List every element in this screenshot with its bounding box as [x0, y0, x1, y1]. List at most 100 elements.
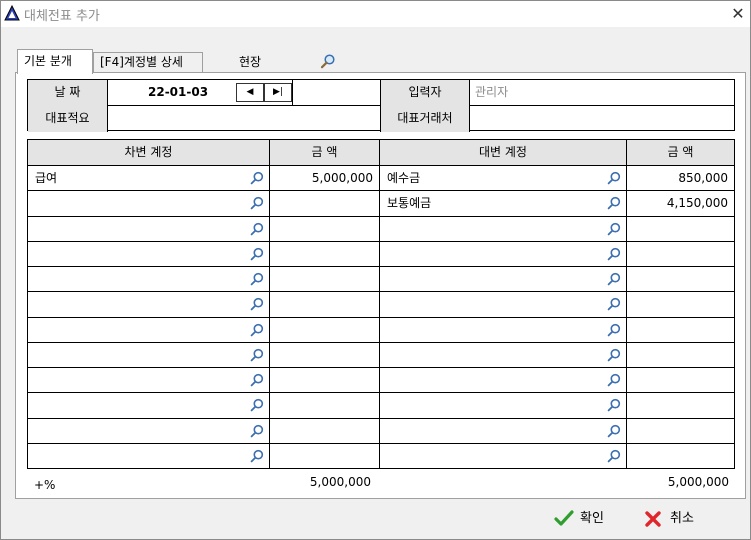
- lookup-icon[interactable]: [250, 373, 264, 387]
- credit-account-cell[interactable]: [380, 242, 626, 267]
- credit-account-cell[interactable]: [380, 368, 626, 393]
- percent-label: +%: [34, 478, 56, 492]
- debit-account-cell[interactable]: [28, 368, 269, 393]
- lookup-icon[interactable]: [250, 348, 264, 362]
- debit-amount-cell[interactable]: [270, 191, 379, 216]
- table-row: [28, 343, 734, 368]
- credit-amount-cell[interactable]: [627, 217, 734, 242]
- debit-account-cell[interactable]: [28, 419, 269, 444]
- credit-amount-cell[interactable]: 850,000: [627, 166, 734, 191]
- credit-account-cell[interactable]: [380, 318, 626, 343]
- lookup-icon[interactable]: [607, 247, 621, 261]
- lookup-icon[interactable]: [250, 171, 264, 185]
- lookup-icon[interactable]: [607, 373, 621, 387]
- credit-amount-cell[interactable]: [627, 267, 734, 292]
- debit-amount-cell[interactable]: 5,000,000: [270, 166, 379, 191]
- debit-account-cell[interactable]: [28, 292, 269, 317]
- table-row: 급여 5,000,000 예수금 850,000: [28, 166, 734, 191]
- credit-account-cell[interactable]: [380, 393, 626, 418]
- lookup-icon[interactable]: [607, 171, 621, 185]
- lookup-icon[interactable]: [607, 323, 621, 337]
- credit-account-cell[interactable]: 보통예금: [380, 191, 626, 216]
- tab-account-detail[interactable]: [F4]계정별 상세: [93, 52, 203, 73]
- close-icon: ✕: [731, 4, 745, 23]
- tab-basic-entry[interactable]: 기본 분개: [17, 49, 93, 74]
- debit-amount-cell[interactable]: [270, 393, 379, 418]
- lookup-icon[interactable]: [250, 297, 264, 311]
- credit-account-cell[interactable]: 예수금: [380, 166, 626, 191]
- lookup-icon[interactable]: [607, 398, 621, 412]
- lookup-icon[interactable]: [250, 424, 264, 438]
- search-icon[interactable]: [320, 53, 336, 69]
- debit-amount-cell[interactable]: [270, 318, 379, 343]
- credit-amount-cell[interactable]: [627, 368, 734, 393]
- lookup-icon[interactable]: [607, 222, 621, 236]
- lookup-icon[interactable]: [607, 196, 621, 210]
- debit-amount-cell[interactable]: [270, 217, 379, 242]
- debit-amount-cell[interactable]: [270, 343, 379, 368]
- credit-account-cell[interactable]: [380, 343, 626, 368]
- lookup-icon[interactable]: [607, 297, 621, 311]
- date-label: 날 짜: [28, 80, 108, 106]
- cancel-button-label: 취소: [670, 511, 694, 526]
- credit-amount-cell[interactable]: [627, 393, 734, 418]
- lookup-icon[interactable]: [250, 323, 264, 337]
- summary-field[interactable]: [108, 106, 380, 132]
- debit-amount-cell[interactable]: [270, 368, 379, 393]
- lookup-icon[interactable]: [250, 196, 264, 210]
- credit-total: 5,000,000: [667, 475, 729, 489]
- credit-amount-cell[interactable]: [627, 318, 734, 343]
- credit-amount-cell[interactable]: [627, 242, 734, 267]
- debit-account-cell[interactable]: [28, 191, 269, 216]
- checkmark-icon: [554, 510, 574, 526]
- debit-amount-cell[interactable]: [270, 242, 379, 267]
- lookup-icon[interactable]: [607, 449, 621, 463]
- tab-basic-entry-label: 기본 분개: [24, 54, 72, 68]
- close-button[interactable]: ✕: [727, 3, 749, 25]
- credit-account-cell[interactable]: [380, 292, 626, 317]
- debit-amount-cell[interactable]: [270, 444, 379, 469]
- lookup-icon[interactable]: [250, 247, 264, 261]
- lookup-icon[interactable]: [250, 272, 264, 286]
- table-row: [28, 393, 734, 418]
- debit-account-cell[interactable]: [28, 343, 269, 368]
- credit-amount-cell[interactable]: [627, 343, 734, 368]
- debit-amount-cell[interactable]: [270, 419, 379, 444]
- lookup-icon[interactable]: [250, 398, 264, 412]
- lookup-icon[interactable]: [607, 272, 621, 286]
- lookup-icon[interactable]: [607, 424, 621, 438]
- lookup-icon[interactable]: [607, 348, 621, 362]
- prev-date-button[interactable]: ◀: [236, 83, 264, 102]
- lookup-icon[interactable]: [250, 449, 264, 463]
- last-date-button[interactable]: ▶|: [264, 83, 292, 102]
- debit-amount-cell[interactable]: [270, 292, 379, 317]
- partner-field[interactable]: [470, 106, 734, 132]
- credit-account-cell[interactable]: [380, 444, 626, 469]
- credit-account-cell[interactable]: [380, 217, 626, 242]
- date-value: 22-01-03: [148, 85, 209, 99]
- debit-account-cell[interactable]: [28, 217, 269, 242]
- credit-amount-cell-text: 4,150,000: [666, 196, 728, 211]
- debit-account-cell[interactable]: [28, 444, 269, 469]
- date-field[interactable]: 22-01-03 ◀ ▶|: [108, 80, 292, 106]
- credit-amount-cell[interactable]: 4,150,000: [627, 191, 734, 216]
- credit-amount-cell[interactable]: [627, 292, 734, 317]
- credit-account-cell[interactable]: [380, 267, 626, 292]
- journal-grid: 차변 계정 금 액 대변 계정 금 액 급여 5,000,000 예수금 850,00…: [27, 139, 735, 469]
- credit-amount-cell[interactable]: [627, 419, 734, 444]
- debit-account-cell[interactable]: [28, 242, 269, 267]
- enterer-field[interactable]: 관리자: [470, 80, 734, 106]
- debit-amount-cell[interactable]: [270, 267, 379, 292]
- debit-account-cell[interactable]: [28, 318, 269, 343]
- ok-button[interactable]: 확인: [554, 507, 614, 531]
- debit-account-cell[interactable]: [28, 393, 269, 418]
- table-row: [28, 292, 734, 317]
- debit-account-cell[interactable]: 급여: [28, 166, 269, 191]
- credit-amount-cell[interactable]: [627, 444, 734, 469]
- debit-account-cell[interactable]: [28, 267, 269, 292]
- title-bar: 대체전표 추가 ✕: [1, 1, 750, 27]
- cancel-button[interactable]: 취소: [644, 507, 704, 531]
- credit-account-cell[interactable]: [380, 419, 626, 444]
- lookup-icon[interactable]: [250, 222, 264, 236]
- table-row: [28, 368, 734, 393]
